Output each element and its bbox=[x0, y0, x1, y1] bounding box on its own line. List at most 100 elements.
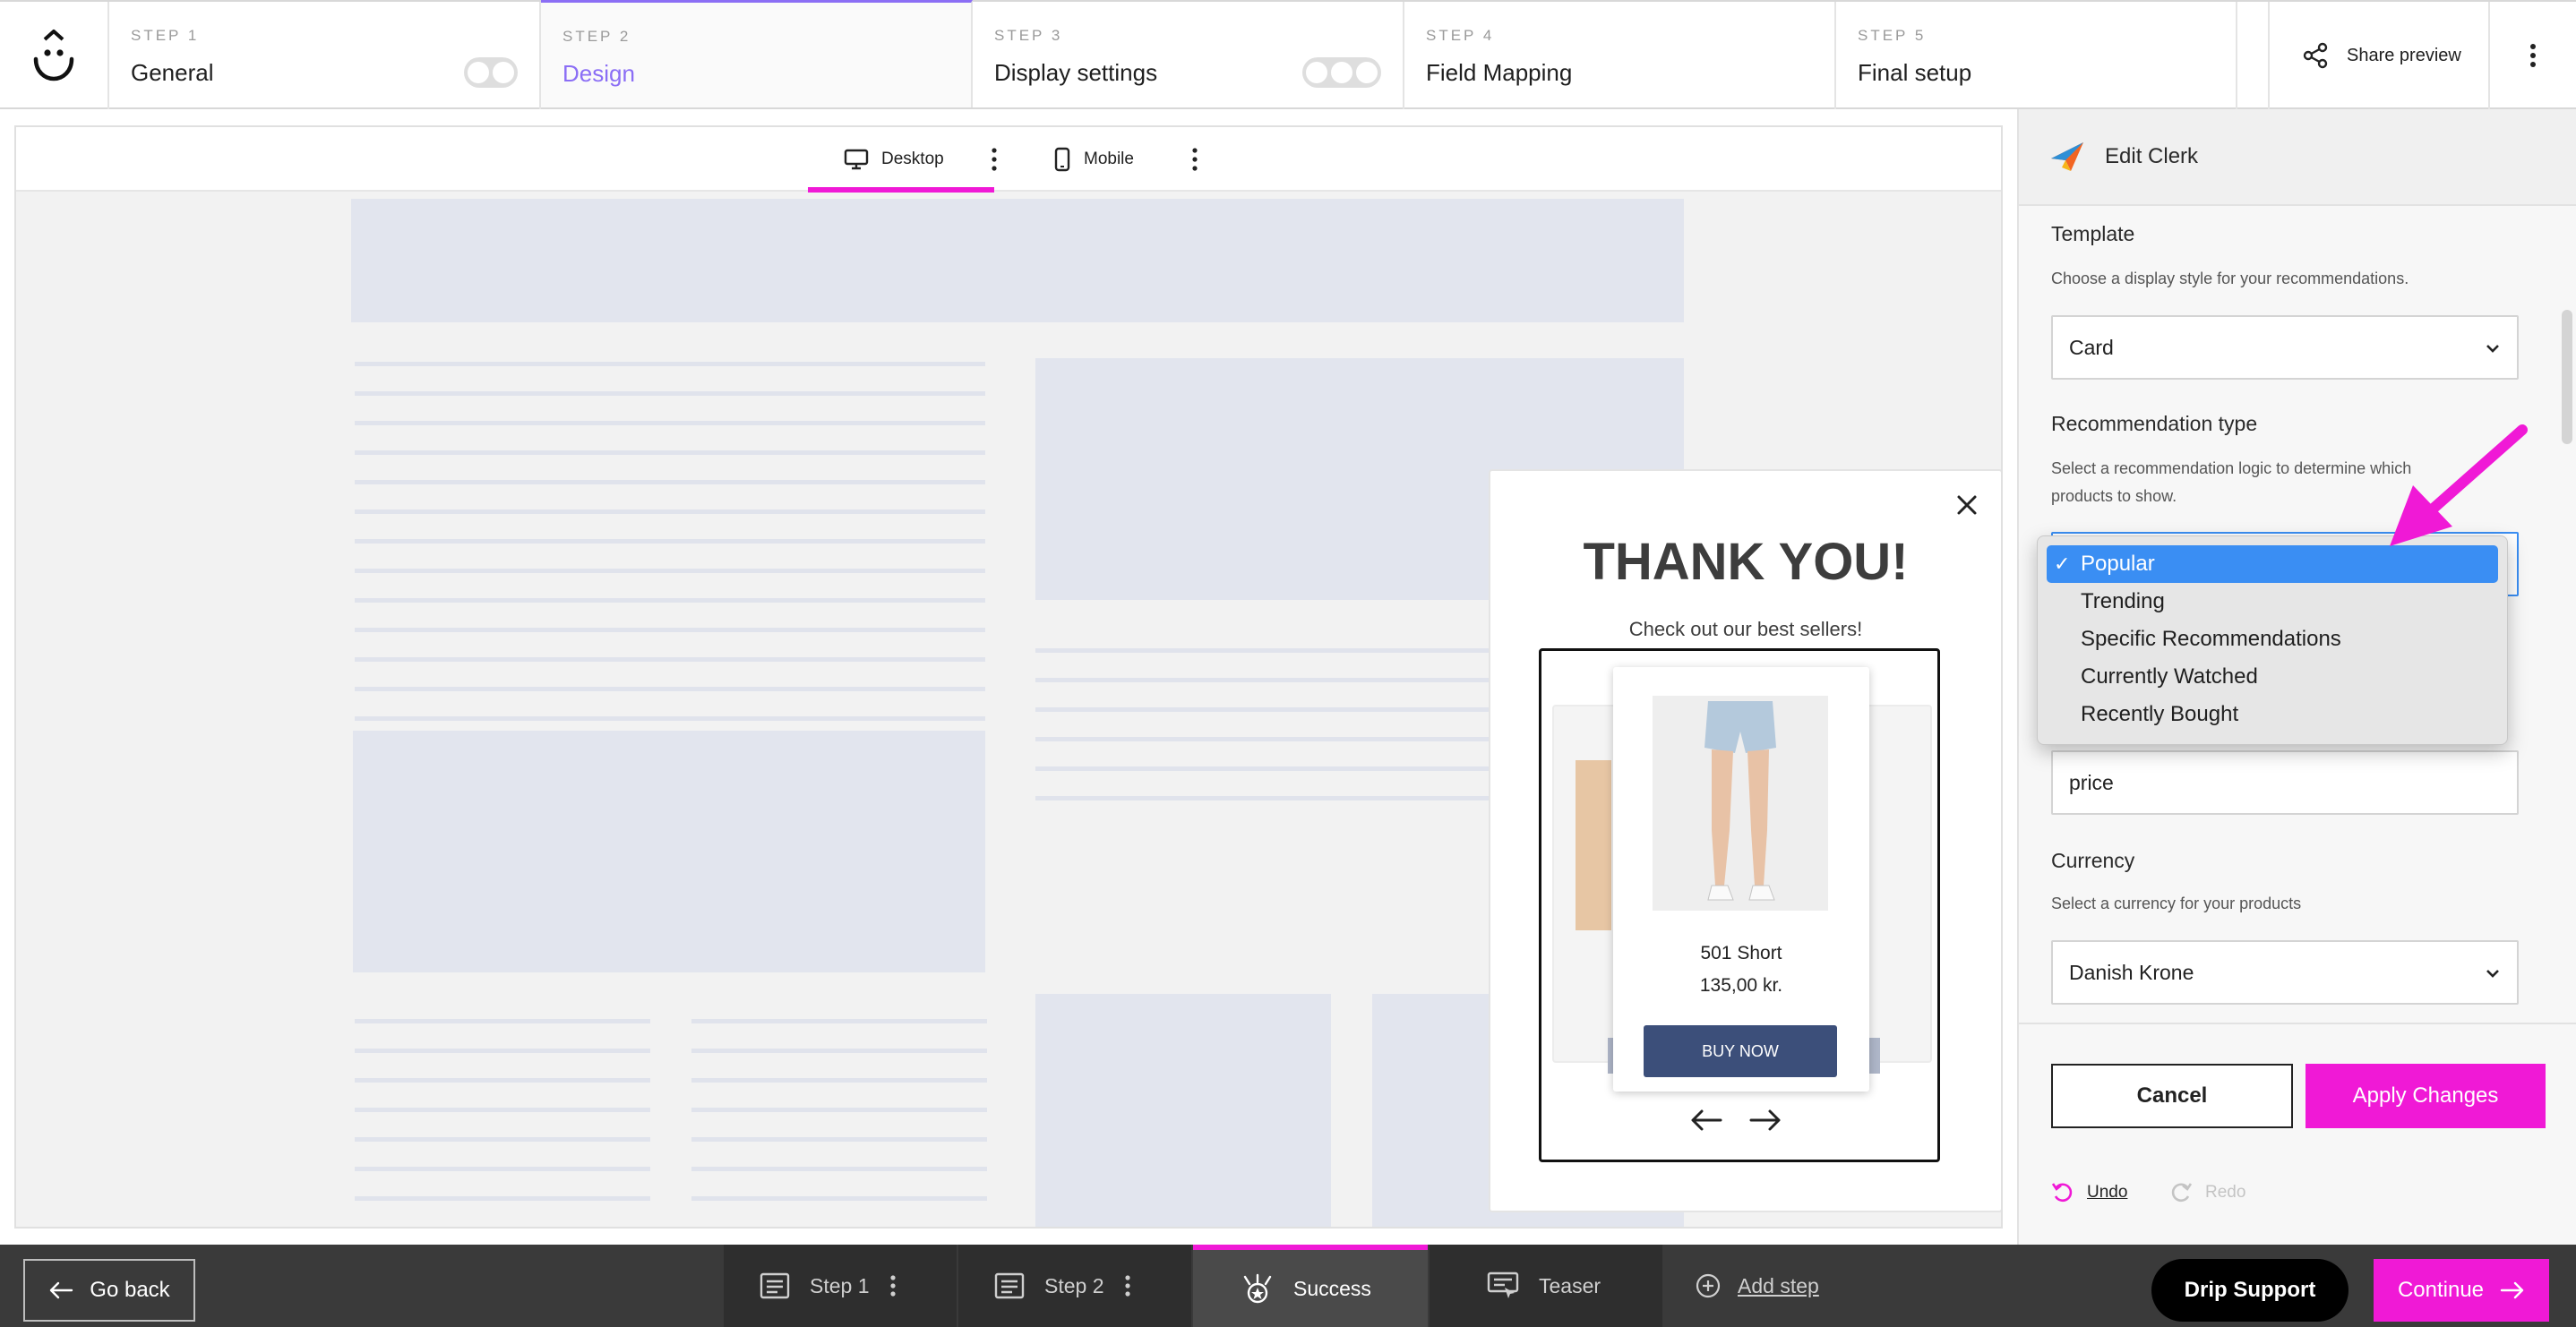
currency-select[interactable]: Danish Krone bbox=[2051, 940, 2519, 1005]
product-image bbox=[1653, 696, 1828, 911]
share-preview-button[interactable]: Share preview bbox=[2268, 2, 2488, 109]
step-number: STEP 2 bbox=[562, 28, 631, 45]
currency-label: Currency bbox=[2051, 849, 2135, 872]
option-trending[interactable]: Trending bbox=[2047, 583, 2498, 621]
step-general[interactable]: STEP 1 General bbox=[109, 2, 541, 109]
apply-changes-button[interactable]: Apply Changes bbox=[2306, 1064, 2546, 1128]
edit-panel: Edit Clerk Template Choose a display sty… bbox=[2017, 109, 2576, 1245]
form-step-icon bbox=[994, 1272, 1025, 1299]
drip-logo[interactable] bbox=[0, 2, 109, 109]
step-final-setup[interactable]: STEP 5 Final setup bbox=[1836, 2, 2237, 109]
step-status-toggle bbox=[464, 57, 518, 88]
share-icon bbox=[2303, 42, 2328, 69]
option-label: Trending bbox=[2081, 589, 2165, 613]
preview-canvas: Desktop Mobile THANK YOU! Check out our … bbox=[14, 125, 2003, 1229]
placeholder-block bbox=[353, 731, 985, 972]
teaser-icon bbox=[1487, 1271, 1519, 1298]
product-card[interactable]: 501 Short 135,00 kr. BUY NOW bbox=[1613, 667, 1869, 1092]
currency-help: Select a currency for your products bbox=[2051, 895, 2302, 912]
recommendation-type-label: Recommendation type bbox=[2051, 412, 2258, 435]
currency-select-value: Danish Krone bbox=[2069, 960, 2194, 984]
continue-label: Continue bbox=[2397, 1278, 2485, 1302]
option-label: Specific Recommendations bbox=[2081, 627, 2341, 651]
buy-now-button[interactable]: BUY NOW bbox=[1644, 1025, 1837, 1077]
kebab-icon[interactable] bbox=[1124, 1274, 1131, 1297]
step-name: Field Mapping bbox=[1426, 59, 1573, 86]
template-label: Template bbox=[2051, 222, 2135, 245]
redo-button[interactable]: Redo bbox=[2169, 1182, 2245, 1203]
add-step-label: Add step bbox=[1738, 1273, 1819, 1297]
option-specific-recommendations[interactable]: Specific Recommendations bbox=[2047, 621, 2498, 658]
add-step-button[interactable]: Add step bbox=[1695, 1245, 1819, 1327]
template-help: Choose a display style for your recommen… bbox=[2051, 270, 2409, 287]
arrow-right-icon[interactable] bbox=[1747, 1108, 1783, 1133]
popup-title: THANK YOU! bbox=[1583, 533, 1909, 591]
continue-button[interactable]: Continue bbox=[2374, 1259, 2549, 1322]
template-select[interactable]: Card bbox=[2051, 315, 2519, 380]
plus-circle-icon bbox=[1696, 1273, 1721, 1298]
cancel-button[interactable]: Cancel bbox=[2051, 1064, 2293, 1128]
chevron-down-icon bbox=[2486, 970, 2499, 978]
tab-label: Teaser bbox=[1539, 1273, 1601, 1297]
steps-bar: STEP 1 General STEP 2 Design STEP 3 Disp… bbox=[0, 0, 2576, 109]
previous-product-image bbox=[1576, 760, 1611, 930]
mobile-tab[interactable]: Mobile bbox=[1053, 127, 1134, 192]
step-display-settings[interactable]: STEP 3 Display settings bbox=[973, 2, 1404, 109]
kebab-icon[interactable] bbox=[889, 1274, 897, 1297]
tab-label: Step 2 bbox=[1044, 1273, 1104, 1297]
tab-label: Success bbox=[1293, 1276, 1371, 1300]
denim-shorts-image bbox=[1653, 696, 1828, 911]
step-number: STEP 1 bbox=[131, 27, 200, 44]
placeholder-block bbox=[1035, 994, 1331, 1227]
price-field-input[interactable]: price bbox=[2051, 750, 2519, 815]
arrow-right-icon bbox=[2500, 1281, 2524, 1299]
close-icon[interactable] bbox=[1951, 489, 1983, 521]
tab-label: Step 1 bbox=[810, 1273, 870, 1297]
desktop-options-icon[interactable] bbox=[987, 147, 1001, 172]
bottom-bar: Go back Step 1 Step 2 Success Teaser Add… bbox=[0, 1245, 2576, 1327]
mobile-options-icon[interactable] bbox=[1188, 147, 1202, 172]
step-status-toggle bbox=[1302, 57, 1381, 88]
popup-subtitle: Check out our best sellers! bbox=[1628, 618, 1863, 640]
recommendation-type-dropdown: ✓ Popular Trending Specific Recommendati… bbox=[2037, 535, 2508, 745]
step-name: Design bbox=[562, 60, 635, 87]
pointer-arrow-icon bbox=[2390, 424, 2528, 546]
placeholder-text-lines bbox=[355, 1019, 650, 1226]
kebab-icon bbox=[2530, 44, 2536, 67]
tab-success[interactable]: Success bbox=[1193, 1245, 1428, 1327]
success-popup: THANK YOU! Check out our best sellers! 5… bbox=[1489, 469, 2001, 1212]
undo-label: Undo bbox=[2087, 1183, 2128, 1202]
step-field-mapping[interactable]: STEP 4 Field Mapping bbox=[1404, 2, 1836, 109]
step-design[interactable]: STEP 2 Design bbox=[541, 0, 973, 107]
placeholder-text-lines bbox=[1035, 648, 1501, 826]
arrow-left-icon[interactable] bbox=[1688, 1108, 1724, 1133]
option-currently-watched[interactable]: Currently Watched bbox=[2047, 658, 2498, 696]
panel-header: Edit Clerk bbox=[2019, 109, 2576, 206]
mobile-label: Mobile bbox=[1084, 150, 1134, 168]
checkmark-icon: ✓ bbox=[2054, 552, 2071, 575]
undo-button[interactable]: Undo bbox=[2051, 1182, 2127, 1203]
mobile-icon bbox=[1054, 147, 1070, 172]
option-label: Currently Watched bbox=[2081, 664, 2258, 689]
tab-teaser[interactable]: Teaser bbox=[1430, 1245, 1662, 1327]
desktop-label: Desktop bbox=[881, 150, 944, 168]
tab-step-1[interactable]: Step 1 bbox=[724, 1245, 957, 1327]
option-label: Recently Bought bbox=[2081, 702, 2239, 726]
tab-step-2[interactable]: Step 2 bbox=[958, 1245, 1191, 1327]
step-number: STEP 5 bbox=[1858, 27, 1927, 44]
device-switcher: Desktop Mobile bbox=[16, 127, 2001, 193]
undo-icon bbox=[2051, 1183, 2073, 1203]
panel-scrollbar[interactable] bbox=[2562, 310, 2572, 444]
product-slider: 501 Short 135,00 kr. BUY NOW bbox=[1539, 648, 1940, 1162]
drip-support-button[interactable]: Drip Support bbox=[2151, 1259, 2348, 1322]
option-recently-bought[interactable]: Recently Bought bbox=[2047, 696, 2498, 733]
product-price: 135,00 kr. bbox=[1699, 975, 1783, 996]
redo-label: Redo bbox=[2205, 1183, 2246, 1202]
go-back-label: Go back bbox=[90, 1278, 170, 1302]
desktop-tab[interactable]: Desktop bbox=[808, 127, 994, 193]
price-field-value: price bbox=[2069, 770, 2114, 794]
more-options-button[interactable] bbox=[2488, 2, 2576, 109]
go-back-button[interactable]: Go back bbox=[23, 1259, 195, 1322]
step-name: Final setup bbox=[1858, 59, 1972, 86]
panel-footer: Cancel Apply Changes Undo Redo bbox=[2019, 1023, 2576, 1245]
